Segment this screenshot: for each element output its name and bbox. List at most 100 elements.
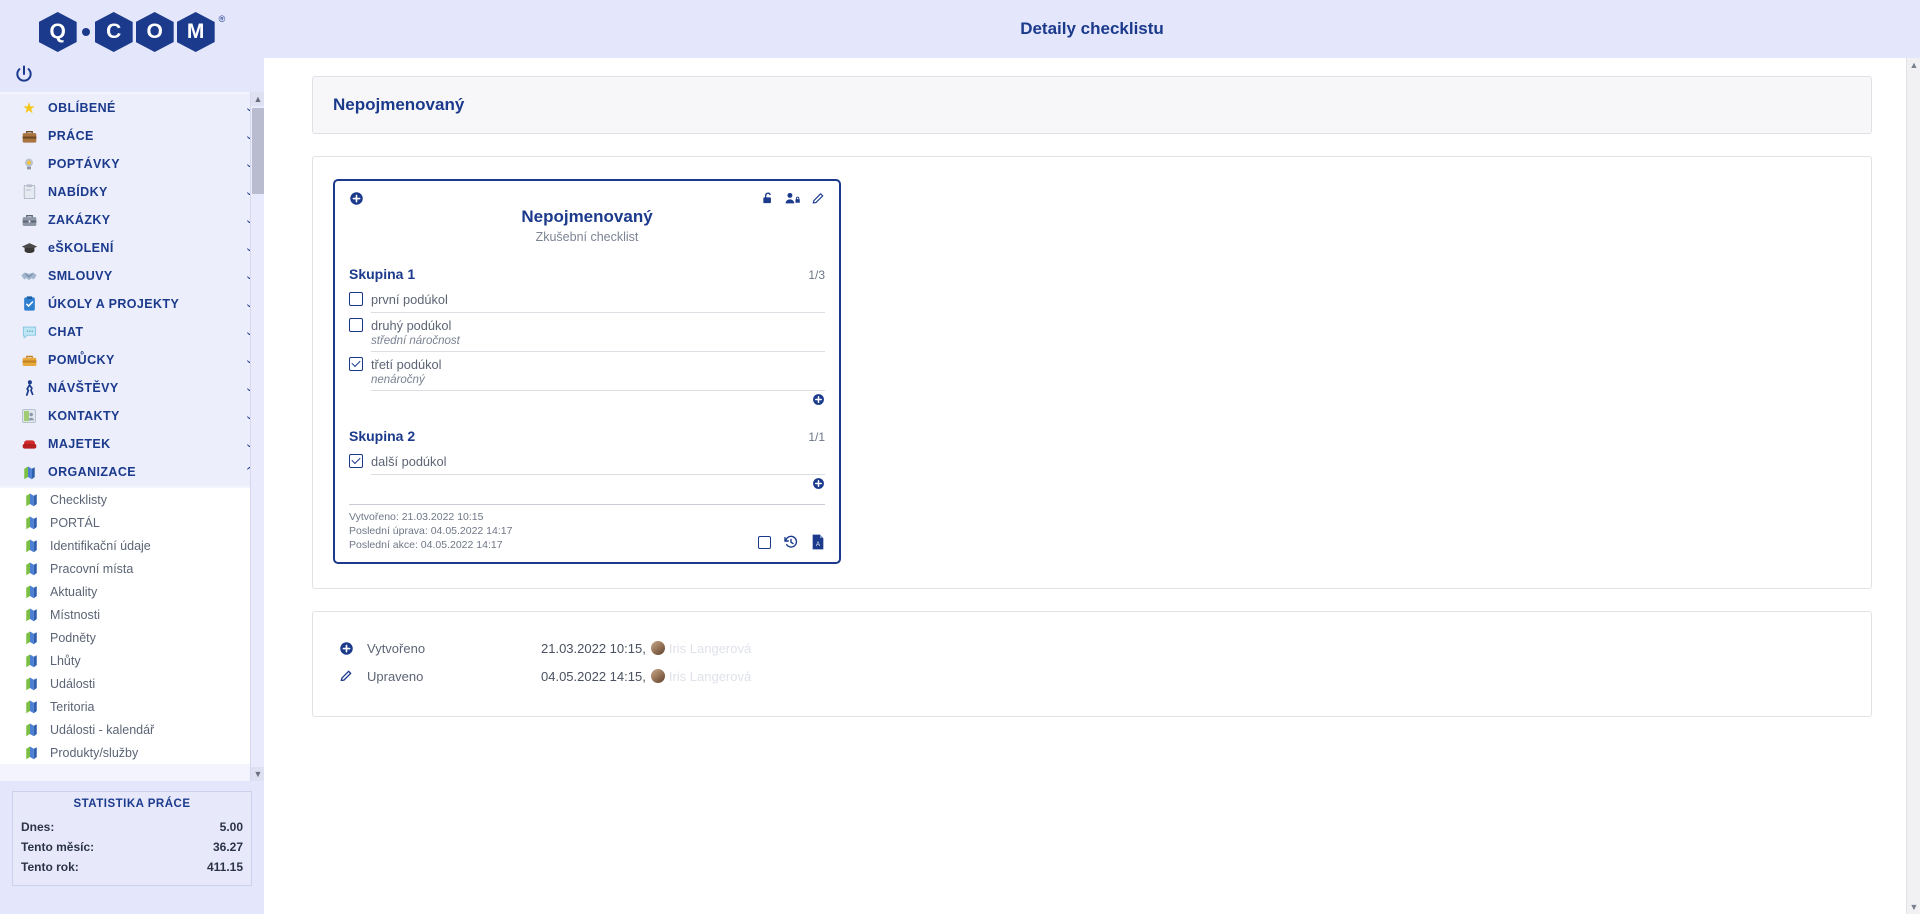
sidebar-subitem-label: Pracovní místa <box>50 561 134 576</box>
sidebar-item-smlouvy[interactable]: SMLOUVY⌄ <box>0 262 264 290</box>
user-lock-icon[interactable] <box>785 191 801 206</box>
clipboard-icon <box>18 182 40 202</box>
sidebar-item-chat[interactable]: CHAT⌄ <box>0 318 264 346</box>
sidebar-subitem-m-stnosti[interactable]: Místnosti <box>0 603 264 626</box>
logo-letter-m: M <box>176 12 215 52</box>
task-label: druhý podúkol <box>371 317 452 333</box>
pdf-export-icon[interactable]: A <box>811 534 825 550</box>
task-texts: třetí podúkol nenáročný <box>371 357 825 386</box>
card-header: Nepojmenovaný Zkušební checklist <box>349 207 825 244</box>
task-label: první podúkol <box>371 292 448 307</box>
sidebar-scroll-down[interactable]: ▼ <box>251 767 264 781</box>
task-note: nenáročný <box>371 373 425 386</box>
sidebar-subitem-aktuality[interactable]: Aktuality <box>0 580 264 603</box>
sidebar-item-label: OBLÍBENÉ <box>48 101 116 115</box>
select-checkbox[interactable] <box>758 535 771 549</box>
power-button[interactable] <box>0 60 264 92</box>
sidebar-subitem-teritoria[interactable]: Teritoria <box>0 695 264 718</box>
sidebar-scrollbar[interactable]: ▲ ▼ <box>250 92 264 781</box>
stat-label: Tento rok: <box>21 860 79 874</box>
sidebar-item-pom-cky[interactable]: POMŮCKY⌄ <box>0 346 264 374</box>
sidebar-scroll-thumb[interactable] <box>252 108 264 194</box>
organization-icon <box>20 490 42 510</box>
task-row: další podúkol <box>349 449 825 475</box>
unlock-icon[interactable] <box>761 191 775 206</box>
organization-icon <box>20 559 42 579</box>
main-scroll-down[interactable]: ▼ <box>1907 900 1920 914</box>
sidebar-subitem-label: Checklisty <box>50 492 107 507</box>
activity-label: Vytvořeno <box>367 640 426 656</box>
organization-icon <box>20 651 42 671</box>
sidebar-item-nab-dky[interactable]: NABÍDKY⌄ <box>0 178 264 206</box>
sidebar-subitem-checklisty[interactable]: Checklisty <box>0 488 264 511</box>
sidebar-subitem-pracovn-m-sta[interactable]: Pracovní místa <box>0 557 264 580</box>
stat-row: Tento měsíc: 36.27 <box>21 837 243 857</box>
organization-icon <box>18 462 40 482</box>
organization-icon <box>20 582 42 602</box>
organization-icon <box>20 674 42 694</box>
group-progress-count: 1/3 <box>808 268 825 282</box>
activity-rows: Vytvořeno 21.03.2022 10:15, Iris Langerová… <box>313 612 1871 716</box>
checklist-group-header: Skupina 1 1/3 <box>349 266 825 282</box>
task-checkbox[interactable] <box>349 317 363 332</box>
app-logo[interactable]: Q C O M ® <box>0 0 264 60</box>
sidebar-item-kontakty[interactable]: KONTAKTY⌄ <box>0 402 264 430</box>
card-footer: Vytvořeno: 21.03.2022 10:15 Poslední úpr… <box>349 503 825 553</box>
activity-user: Iris Langerová <box>668 640 752 656</box>
sidebar-subitem-lh-ty[interactable]: Lhůty <box>0 649 264 672</box>
sidebar-item-label: POPTÁVKY <box>48 157 120 171</box>
card-subtitle: Zkušební checklist <box>535 230 639 244</box>
task-checkbox[interactable] <box>349 453 363 468</box>
sidebar-subitem-label: Podněty <box>50 630 96 645</box>
main-area: Detaily checklistu Nepojmenovaný Nepojme… <box>264 0 1920 914</box>
sidebar-item-n-v-t-vy[interactable]: NÁVŠTĚVY⌄ <box>0 374 264 402</box>
organization-icon <box>20 697 42 717</box>
sidebar-item-label: ZAKÁZKY <box>48 213 111 227</box>
sidebar-item-obl-ben[interactable]: ★OBLÍBENÉ⌄ <box>0 94 264 122</box>
sidebar-scroll-up[interactable]: ▲ <box>251 92 264 106</box>
main-scrollbar[interactable]: ▲ ▼ <box>1906 58 1920 914</box>
organization-icon <box>20 628 42 648</box>
avatar <box>650 641 665 656</box>
sidebar-subitem-label: PORTÁL <box>50 515 100 530</box>
sidebar-subitem-ud-losti[interactable]: Události <box>0 672 264 695</box>
sidebar-subitem-identifika-n-daje[interactable]: Identifikační údaje <box>0 534 264 557</box>
sidebar-subitem-ud-losti-kalend[interactable]: Události - kalendář <box>0 718 264 741</box>
sidebar-item-label: ORGANIZACE <box>48 465 137 479</box>
activity-user: Iris Langerová <box>668 668 752 684</box>
sidebar-item-pr-ce[interactable]: PRÁCE⌄ <box>0 122 264 150</box>
sidebar-item-e-kolen[interactable]: eŠKOLENÍ⌄ <box>0 234 264 262</box>
sidebar-subitem-podn-ty[interactable]: Podněty <box>0 626 264 649</box>
sidebar-item-label: KONTAKTY <box>48 409 120 423</box>
sidebar-item-label: PRÁCE <box>48 129 94 143</box>
organization-icon <box>20 743 42 763</box>
card-footer-actions: A <box>758 534 825 552</box>
stat-value: 36.27 <box>212 840 243 854</box>
sidebar-item-organizace[interactable]: ORGANIZACE⌃ <box>0 458 264 486</box>
sidebar-subitem-port-l[interactable]: PORTÁL <box>0 511 264 534</box>
sidebar-item-label: CHAT <box>48 325 84 339</box>
sidebar-subitem-label: Produkty/služby <box>50 745 139 760</box>
plus-circle-icon[interactable] <box>349 191 364 206</box>
plus-circle-icon[interactable] <box>812 393 825 406</box>
stat-value: 411.15 <box>206 860 243 874</box>
sidebar-item-popt-vky[interactable]: POPTÁVKY⌄ <box>0 150 264 178</box>
main-scroll-up[interactable]: ▲ <box>1907 58 1920 72</box>
sidebar-item-zak-zky[interactable]: ZAKÁZKY⌄ <box>0 206 264 234</box>
task-checkbox[interactable] <box>349 292 363 306</box>
sidebar-item-koly-a-projekty[interactable]: ÚKOLY A PROJEKTY⌄ <box>0 290 264 318</box>
sidebar-subitem-label: Události - kalendář <box>50 722 155 737</box>
briefcase-icon <box>18 126 40 146</box>
plus-circle-icon[interactable] <box>812 477 825 490</box>
stat-row: Tento rok: 411.15 <box>21 857 243 877</box>
history-icon[interactable] <box>783 534 799 550</box>
task-label: třetí podúkol <box>371 356 442 372</box>
sidebar-item-label: SMLOUVY <box>48 269 113 283</box>
sidebar-subitem-produkty-slu-by[interactable]: Produkty/služby <box>0 741 264 764</box>
task-checkbox[interactable] <box>349 356 363 371</box>
stat-value: 5.00 <box>219 820 243 834</box>
edit-pencil-icon[interactable] <box>811 191 825 206</box>
activity-row: Vytvořeno 21.03.2022 10:15, Iris Langerová <box>339 634 1845 662</box>
sidebar-item-majetek[interactable]: MAJETEK⌄ <box>0 430 264 458</box>
graduation-cap-icon <box>18 238 40 258</box>
